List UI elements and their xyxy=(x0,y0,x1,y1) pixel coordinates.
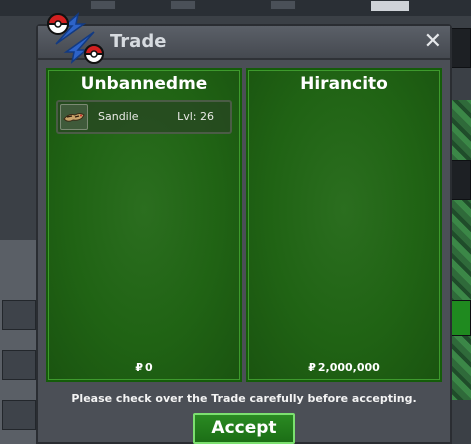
pokedollar-icon: ₽ xyxy=(308,361,316,374)
hud-tile xyxy=(270,0,296,10)
money-offer: ₽0 xyxy=(48,361,240,374)
money-amount: 2,000,000 xyxy=(317,361,380,374)
hud-tile xyxy=(370,0,410,12)
left-floor xyxy=(0,240,40,444)
pokeball-trade-icon xyxy=(46,12,105,64)
item-name: Sandile xyxy=(98,110,139,123)
floor-tile xyxy=(2,350,36,380)
sandile-sprite-icon xyxy=(60,104,88,130)
money-amount: 0 xyxy=(145,361,153,374)
window-title: Trade xyxy=(110,31,167,52)
player-name: Hirancito xyxy=(300,74,388,94)
close-icon[interactable]: ✕ xyxy=(424,29,442,55)
item-level: Lvl: 26 xyxy=(177,110,214,123)
money-offer: ₽2,000,000 xyxy=(248,361,440,374)
accept-button[interactable]: Accept xyxy=(193,413,295,444)
hud-tile xyxy=(170,0,196,10)
pokedollar-icon: ₽ xyxy=(135,361,143,374)
trade-window: Trade ✕ Unbannedme Sandile Lvl: 26 ₽0 Hi… xyxy=(36,12,452,444)
player-name: Unbannedme xyxy=(80,74,208,94)
trade-notice: Please check over the Trade carefully be… xyxy=(71,392,417,405)
floor-tile xyxy=(2,400,36,430)
trade-item-slot[interactable]: Sandile Lvl: 26 xyxy=(56,100,232,134)
partner-offer-panel: Hirancito ₽2,000,000 xyxy=(246,68,442,382)
my-offer-panel: Unbannedme Sandile Lvl: 26 ₽0 xyxy=(46,68,242,382)
floor-tile xyxy=(2,300,36,330)
